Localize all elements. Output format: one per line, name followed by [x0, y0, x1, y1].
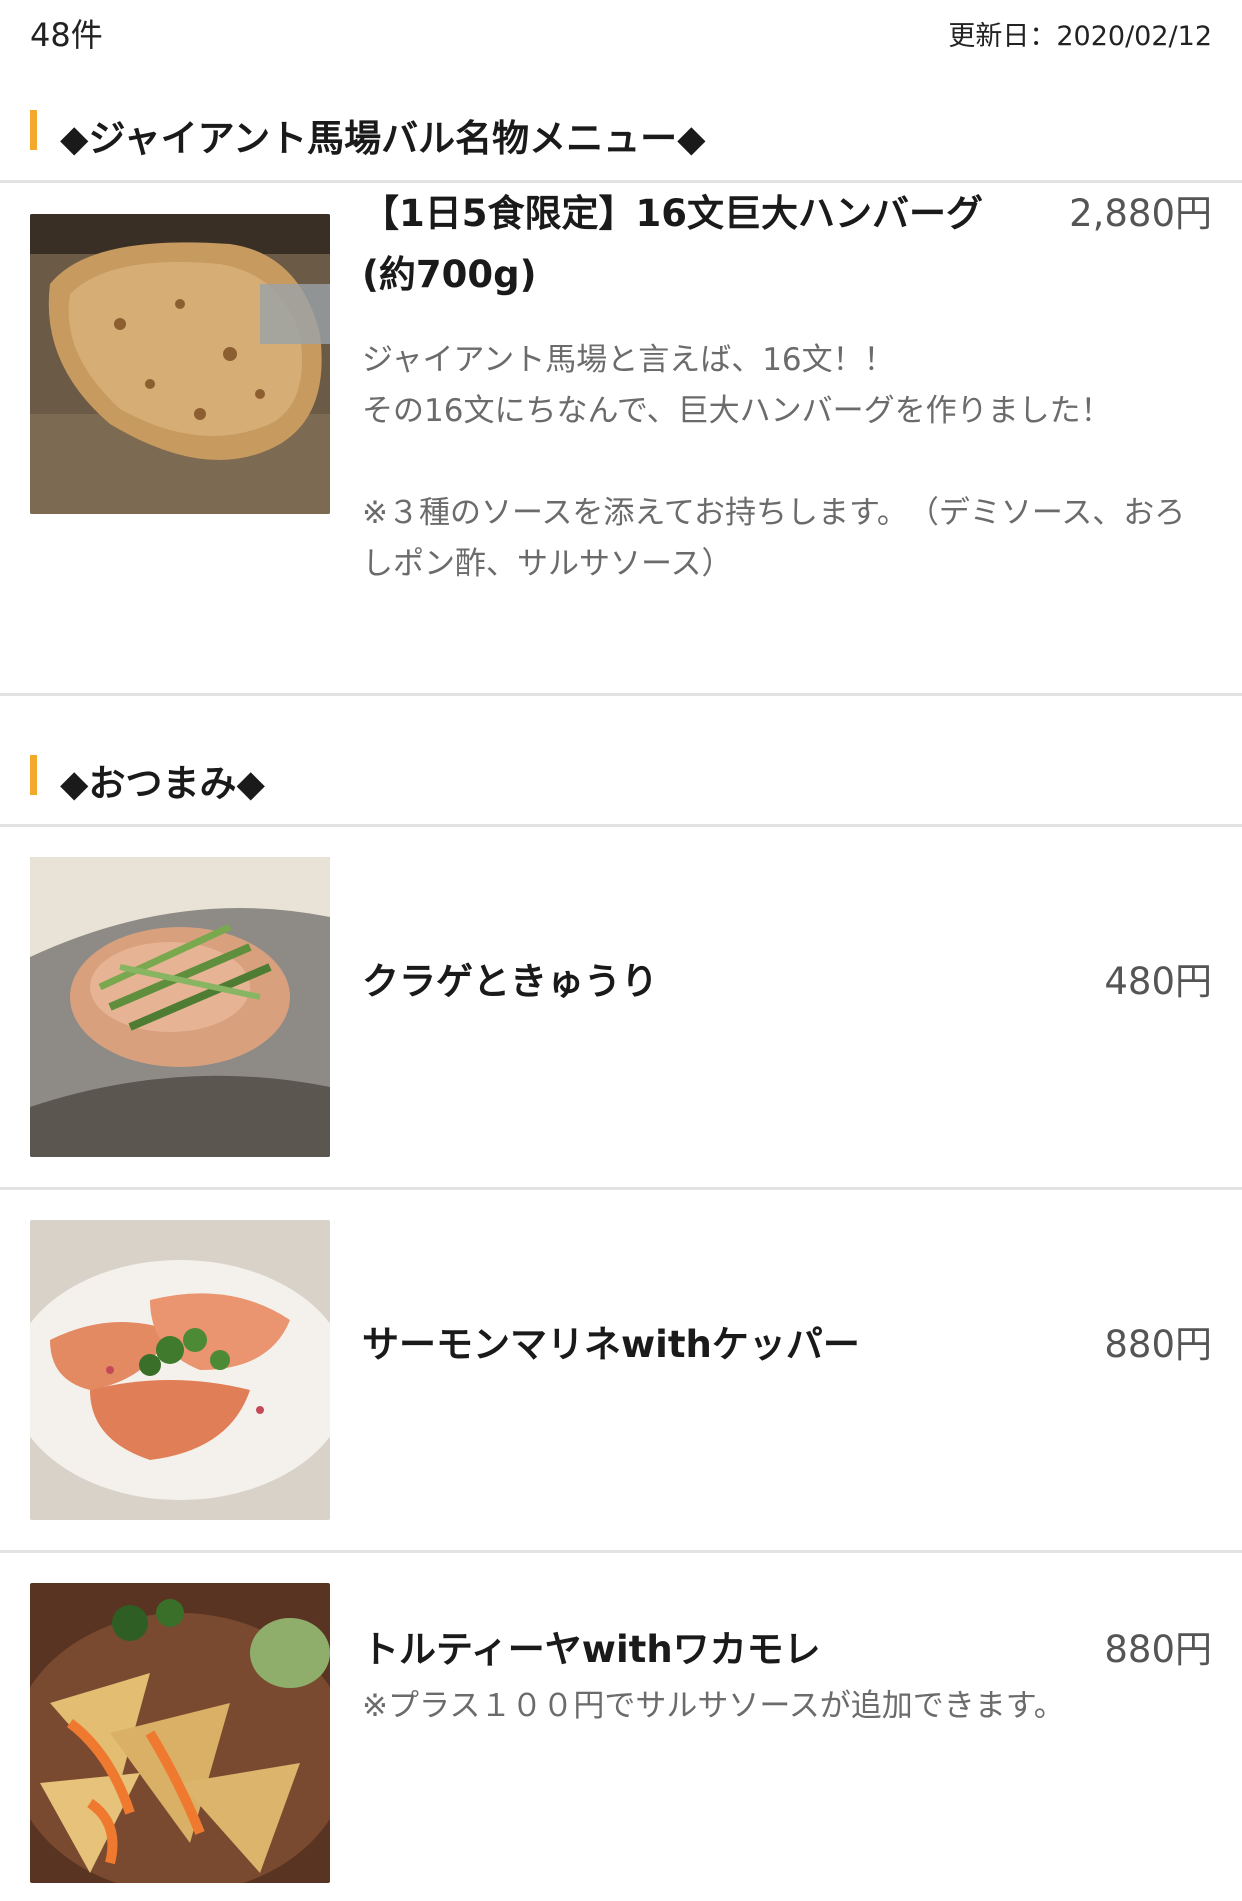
item-price: 2,880円 — [1069, 192, 1212, 235]
tortilla-photo — [30, 1583, 330, 1883]
section-accent-bar — [30, 755, 37, 795]
divider — [0, 693, 1242, 696]
item-name: 【1日5食限定】16文巨大ハンバーグ(約700g) — [362, 192, 983, 296]
item-name: サーモンマリネwithケッパー — [362, 1323, 860, 1366]
menu-item-kurage[interactable]: クラゲときゅうり 480円 — [0, 827, 1242, 1187]
item-price: 880円 — [1104, 1323, 1212, 1366]
item-description: ジャイアント馬場と言えば、16文！！ その16文にちなんで、巨大ハンバーグを作り… — [362, 342, 1186, 582]
item-price: 880円 — [1104, 1628, 1212, 1671]
kurage-photo — [30, 857, 330, 1157]
section-accent-bar — [30, 110, 37, 150]
section-title: ◆ジャイアント馬場バル名物メニュー◆ — [60, 117, 706, 160]
section-title: ◆おつまみ◆ — [60, 762, 265, 805]
menu-item-tortilla[interactable]: トルティーヤwithワカモレ 880円 ※プラス１００円でサルサソースが追加でき… — [0, 1553, 1242, 1901]
menu-item-salmon[interactable]: サーモンマリネwithケッパー 880円 — [0, 1190, 1242, 1550]
item-count: 48件 — [30, 16, 103, 54]
section-header-specialty: ◆ジャイアント馬場バル名物メニュー◆ — [0, 90, 1242, 170]
menu-item-hamburg[interactable]: 【1日5食限定】16文巨大ハンバーグ(約700g) 2,880円 ジャイアント馬… — [0, 183, 1242, 693]
updated-date: 更新日：2020/02/12 — [948, 21, 1212, 52]
section-header-otsumami: ◆おつまみ◆ — [0, 735, 1242, 815]
item-name: クラゲときゅうり — [362, 960, 658, 1003]
item-name: トルティーヤwithワカモレ — [362, 1628, 821, 1671]
salmon-photo — [30, 1220, 330, 1520]
item-description: ※プラス１００円でサルサソースが追加できます。 — [362, 1688, 1065, 1724]
item-price: 480円 — [1104, 960, 1212, 1003]
list-header: 48件 更新日：2020/02/12 — [0, 0, 1242, 70]
hamburg-photo — [30, 214, 330, 514]
